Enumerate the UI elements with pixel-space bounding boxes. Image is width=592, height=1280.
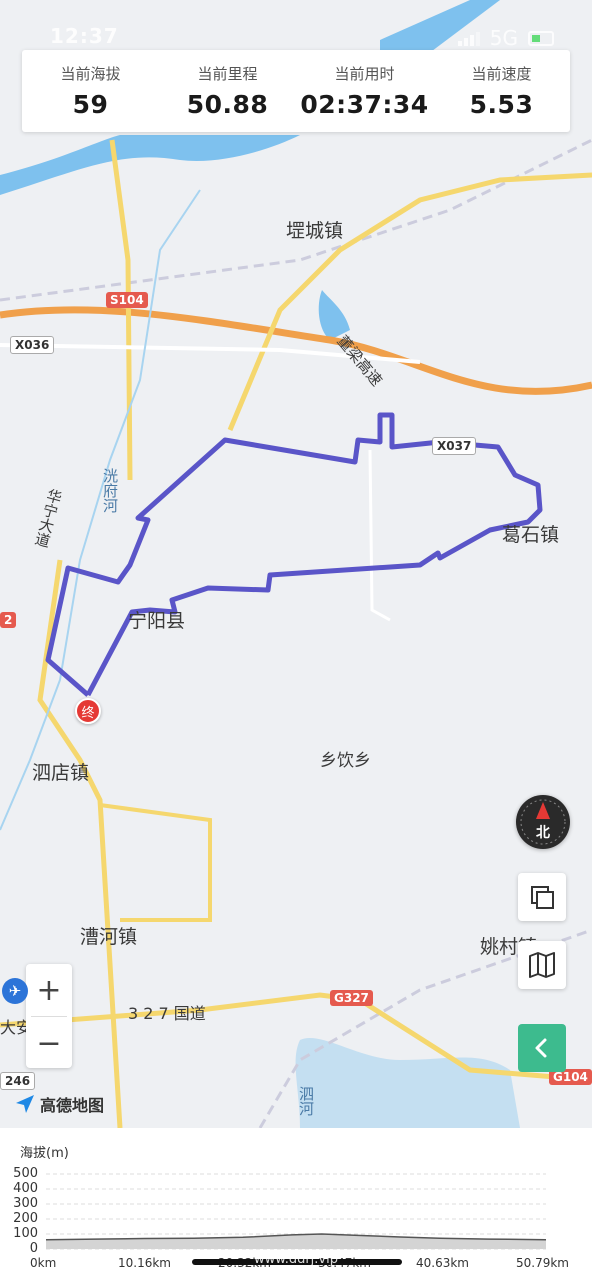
road-badge-s104: S104 xyxy=(106,292,148,308)
collapse-panel-button[interactable] xyxy=(518,1024,566,1072)
stat-speed: 当前速度 5.53 xyxy=(433,50,570,132)
stat-value: 5.53 xyxy=(469,90,534,119)
compass-north-label: 北 xyxy=(536,825,550,841)
place-label-guangfuhe: 洸府河 xyxy=(101,468,119,513)
road-badge-left: 2 xyxy=(0,612,17,628)
road-badge-g327: G327 xyxy=(330,990,373,1006)
stat-label: 当前速度 xyxy=(471,65,532,83)
route-end-marker[interactable]: 终 xyxy=(75,698,101,724)
signal-icon xyxy=(457,30,480,46)
x-tick: 40.63km xyxy=(416,1256,469,1270)
place-label-guodao: 3 2 7 国道 xyxy=(128,1004,206,1023)
compass-button[interactable]: 北 xyxy=(516,795,570,849)
place-label-sidian: 泗店镇 xyxy=(32,762,90,784)
ride-stats-card: 当前海拔 59 当前里程 50.88 当前用时 02:37:34 当前速度 5.… xyxy=(22,50,570,132)
airport-icon: ✈ xyxy=(2,978,28,1004)
status-indicators: 5G xyxy=(457,26,554,50)
x-tick: 0km xyxy=(30,1256,57,1270)
stat-value: 59 xyxy=(72,90,109,119)
zoom-out-button[interactable]: − xyxy=(26,1017,72,1069)
layers-icon xyxy=(531,886,554,909)
elevation-area xyxy=(46,1234,546,1249)
route-map-button[interactable] xyxy=(518,941,566,989)
stat-altitude: 当前海拔 59 xyxy=(22,50,159,132)
road-badge-x036: X036 xyxy=(10,336,55,354)
stat-label: 当前用时 xyxy=(334,65,395,83)
x-tick: 10.16km xyxy=(118,1256,171,1270)
zoom-control: + − xyxy=(26,964,72,1068)
stat-elapsed-time: 当前用时 02:37:34 xyxy=(296,50,433,132)
network-label: 5G xyxy=(489,26,518,50)
folded-map-icon xyxy=(529,952,555,978)
x-tick: 50.79km xyxy=(516,1256,569,1270)
chevron-left-icon xyxy=(535,1038,547,1058)
stat-value: 50.88 xyxy=(186,90,269,119)
place-label-gedian: 葛石镇 xyxy=(502,524,560,546)
layers-button[interactable] xyxy=(518,873,566,921)
stat-distance: 当前里程 50.88 xyxy=(159,50,296,132)
place-label-sihe: 泗河 xyxy=(297,1086,315,1116)
place-label-caohe: 漕河镇 xyxy=(80,926,138,948)
road-badge-x037: X037 xyxy=(432,437,477,455)
zoom-in-button[interactable]: + xyxy=(26,964,72,1016)
road-badge-246: 246 xyxy=(0,1072,36,1090)
amap-arrow-icon xyxy=(16,1095,34,1113)
place-label-xiangyin: 乡饮乡 xyxy=(320,751,371,771)
amap-logo: 高德地图 xyxy=(14,1092,104,1116)
status-time: 12:37 xyxy=(50,24,119,48)
place-label-pengcheng: 堽城镇 xyxy=(286,220,344,242)
place-label-ningyang: 宁阳县 xyxy=(128,610,186,632)
watermark: www.ddrj.vip xyxy=(254,1252,338,1267)
stat-value: 02:37:34 xyxy=(300,90,429,119)
amap-logo-text: 高德地图 xyxy=(40,1096,105,1115)
stat-label: 当前里程 xyxy=(197,65,258,83)
stat-label: 当前海拔 xyxy=(60,65,121,83)
battery-icon xyxy=(528,30,554,46)
